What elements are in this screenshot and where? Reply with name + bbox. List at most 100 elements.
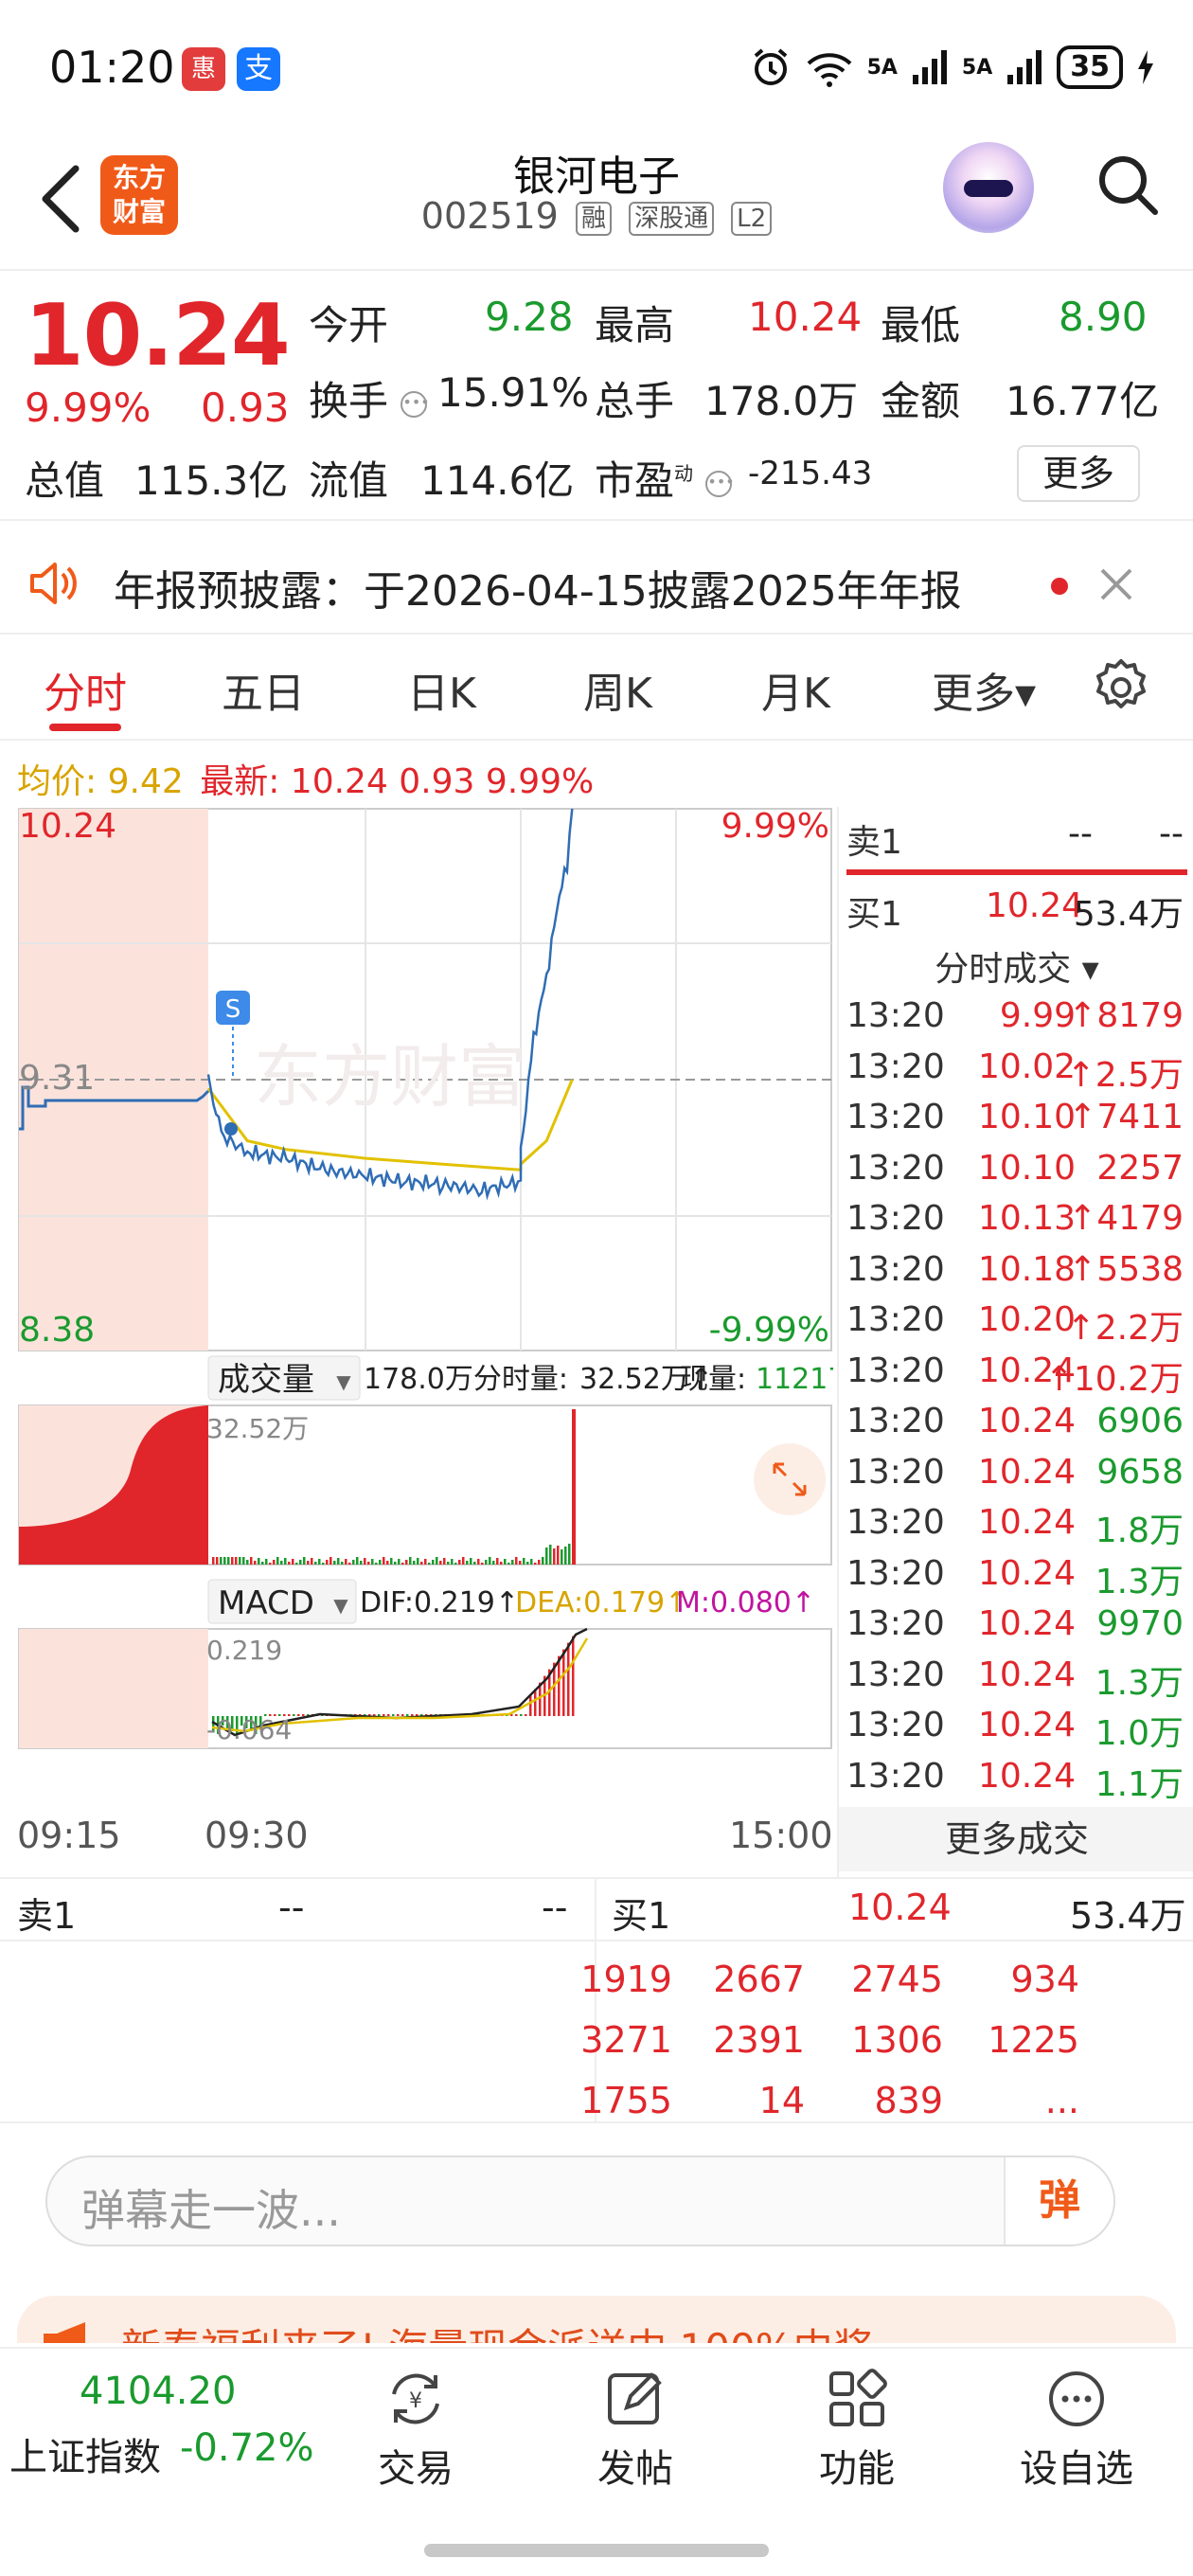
nav-functions[interactable]: 功能 — [786, 2358, 928, 2500]
volume-bar — [447, 1562, 450, 1565]
nav-post[interactable]: 发帖 — [564, 2358, 706, 2500]
sell1-vol: -- — [1159, 814, 1184, 853]
intraday-chart[interactable]: 东方财富 S 10.24 9.99% 9.31 8.38 -9.99% 成交量 … — [17, 807, 846, 1754]
macd-bar — [529, 1695, 532, 1716]
sell1-price: -- — [1068, 814, 1093, 853]
ai-assistant-avatar-icon[interactable] — [943, 142, 1034, 233]
trade-detail-dropdown[interactable]: 分时成交 ▾ — [839, 941, 1193, 991]
volume-bar — [492, 1561, 495, 1565]
close-icon[interactable] — [1095, 563, 1138, 606]
signal-label-2: 5A — [961, 55, 993, 80]
macd-pre-shade — [19, 1629, 208, 1748]
volume-bar — [409, 1557, 412, 1565]
danmaku-input[interactable]: 弹幕走一波... 弹 — [45, 2156, 1115, 2246]
macd-bar — [558, 1655, 561, 1716]
trade-volume: 1.3万 — [1095, 1663, 1184, 1703]
trade-time: 13:20 — [846, 1046, 945, 1086]
promo-banner[interactable]: 新春福利来了! 海量现金派送中 100%中奖 — [17, 2296, 1176, 2343]
volume-bar — [386, 1561, 389, 1565]
trade-time: 13:20 — [846, 1300, 945, 1339]
volume-bar — [398, 1559, 401, 1565]
nav-trade-label: 交易 — [378, 2447, 454, 2491]
home-indicator[interactable] — [424, 2544, 769, 2557]
tab-intraday[interactable]: 分时 — [44, 659, 127, 720]
volume-bar — [466, 1561, 469, 1565]
volume-bar — [489, 1557, 491, 1565]
connect-tag: 深股通 — [629, 201, 715, 236]
queue-order: 2745 — [851, 1959, 943, 2000]
volume-bar — [261, 1562, 264, 1565]
volume-bar — [273, 1560, 276, 1565]
volume-bar — [545, 1547, 548, 1565]
danmaku-toggle-button[interactable]: 弹 — [1004, 2157, 1113, 2245]
nav-watchlist[interactable]: 设自选 — [1006, 2358, 1148, 2500]
tab-weekly-k[interactable]: 周K — [583, 659, 652, 720]
trade-time: 13:20 — [846, 1351, 945, 1390]
nav-trade[interactable]: ¥ 交易 — [345, 2358, 487, 2500]
avg-label: 均价: — [17, 762, 98, 801]
chart-svg[interactable]: 东方财富 S 10.24 9.99% 9.31 8.38 -9.99% 成交量 … — [17, 807, 846, 1754]
trade-time: 13:20 — [846, 1756, 945, 1796]
trade-time: 13:20 — [846, 1199, 945, 1238]
volume-bar — [496, 1558, 499, 1565]
volume-bar — [436, 1557, 438, 1565]
volume-bar — [276, 1557, 279, 1565]
notice-text: 年报预披露：于2026-04-15披露2025年年报 — [114, 567, 962, 616]
low-value: 8.90 — [1059, 294, 1148, 340]
more-dots-icon[interactable]: ••• — [401, 390, 430, 418]
macd-bar — [525, 1714, 527, 1716]
chart-tabs: 分时 五日 日K 周K 月K 更多▾ — [0, 636, 1193, 741]
high-label: 最高 — [595, 302, 675, 349]
volume-bar — [307, 1561, 310, 1565]
trade-price: 9.99 — [999, 996, 1076, 1035]
turnover-label-text: 换手 — [309, 378, 389, 424]
alarm-icon — [754, 48, 787, 85]
volume-bar — [220, 1557, 223, 1565]
trade-price: 10.18 — [977, 1249, 1076, 1289]
trade-time: 13:20 — [846, 1249, 945, 1289]
tab-more[interactable]: 更多▾ — [932, 659, 1036, 720]
open-label: 今开 — [309, 302, 389, 349]
macd-bar — [515, 1714, 518, 1716]
volume-bar — [341, 1562, 344, 1565]
pe-dots-icon[interactable]: ••• — [705, 470, 735, 497]
signal-icon-1 — [912, 50, 947, 84]
nav-functions-label: 功能 — [819, 2447, 895, 2491]
trade-time: 13:20 — [846, 1503, 945, 1542]
pe-label-text: 市盈 — [595, 457, 675, 504]
volume-bar — [428, 1563, 431, 1565]
volume-bar — [481, 1563, 484, 1565]
tab-monthly-k[interactable]: 月K — [761, 659, 830, 720]
queue-order: 1919 — [580, 1959, 672, 2000]
macd-top-label: 0.219 — [206, 1635, 282, 1666]
search-icon[interactable] — [1095, 152, 1161, 218]
trade-volume: ↑2.2万 — [1066, 1309, 1184, 1348]
volume-bar — [470, 1558, 472, 1565]
volume-bar — [454, 1563, 457, 1565]
gear-icon[interactable] — [1091, 657, 1151, 718]
tab-daily-k[interactable]: 日K — [407, 659, 476, 720]
volume-bar — [364, 1558, 366, 1565]
macd-bar — [397, 1714, 400, 1716]
trade-volume: 6906 — [1096, 1402, 1184, 1440]
more-trades-button[interactable]: 更多成交 — [839, 1807, 1193, 1871]
macd-bar — [406, 1714, 409, 1716]
volume-bar — [500, 1562, 503, 1565]
volume-bar — [318, 1559, 321, 1565]
float-value: 114.6亿 — [420, 457, 575, 504]
macd-bar — [392, 1714, 395, 1716]
time-start-label: 09:15 — [17, 1815, 121, 1856]
notice-banner[interactable]: 年报预披露：于2026-04-15披露2025年年报 — [0, 530, 1193, 635]
trade-price: 10.24 — [977, 1452, 1076, 1492]
volume-bar — [523, 1558, 525, 1565]
tab-five-day[interactable]: 五日 — [222, 659, 305, 720]
trade-time: 13:20 — [846, 1098, 945, 1136]
volume-bar — [401, 1563, 404, 1565]
active-tab-underline — [49, 724, 121, 731]
macd-bar — [411, 1714, 414, 1716]
more-quote-button[interactable]: 更多 — [1017, 445, 1140, 502]
trade-time: 13:20 — [846, 1655, 945, 1694]
queue-order: 1306 — [851, 2019, 943, 2061]
volume-now-label: 现量: — [680, 1363, 746, 1396]
status-time: 01:20 — [49, 42, 175, 93]
